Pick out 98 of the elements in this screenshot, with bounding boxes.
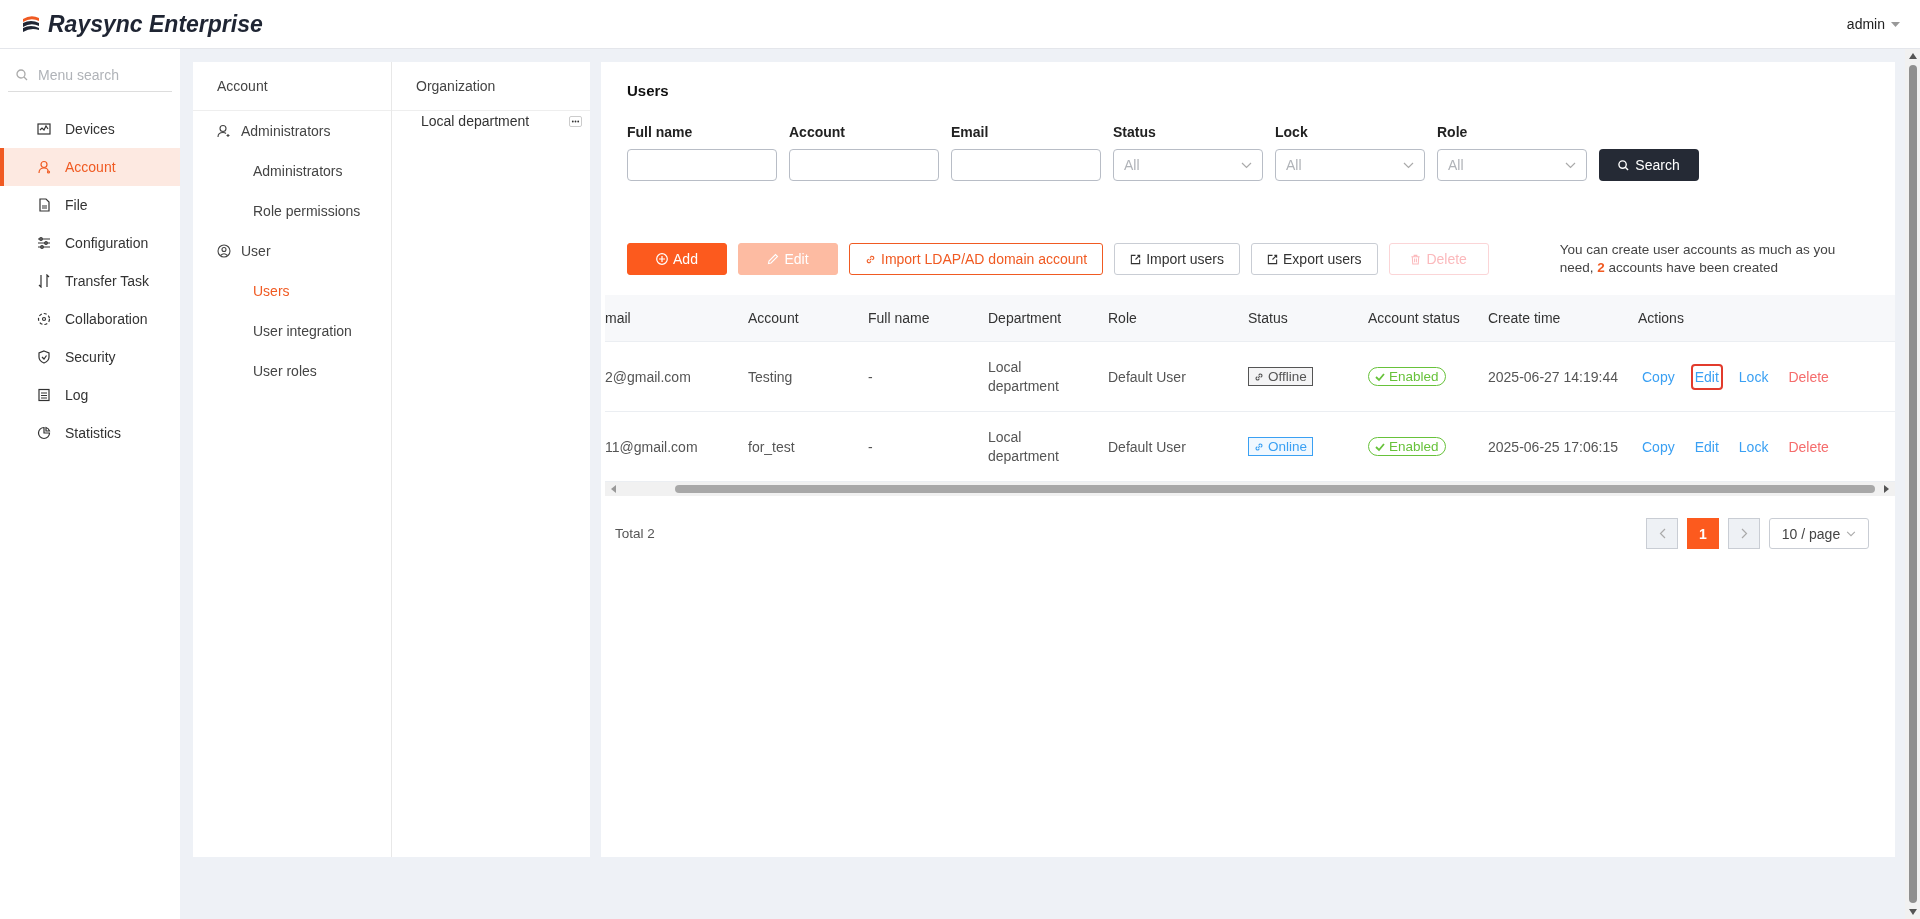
column-header: mail	[605, 310, 632, 326]
sidebar-item[interactable]: Configuration	[0, 224, 180, 262]
menu-icon	[37, 274, 51, 288]
chevron-right-icon	[1740, 528, 1748, 539]
submenu-item[interactable]: User roles	[193, 351, 391, 391]
tree-item[interactable]: Local department	[421, 113, 530, 129]
table-cell-text: 11@gmail.com	[605, 438, 699, 455]
column-header: Role	[1108, 310, 1138, 326]
export-icon	[1267, 253, 1279, 265]
text-field[interactable]	[627, 149, 777, 181]
filter-label: Role	[1437, 124, 1469, 140]
menu-group[interactable]: User	[193, 231, 391, 271]
panel-title: Organization	[392, 62, 590, 111]
sidebar-item[interactable]: Transfer Task	[0, 262, 180, 300]
logo-icon	[20, 15, 42, 33]
search-icon	[16, 69, 28, 81]
link-icon	[1254, 371, 1264, 382]
pencil-icon	[767, 253, 780, 265]
table-cell-text: for_test	[748, 438, 796, 455]
check-icon	[1375, 371, 1385, 382]
table-cell-text: -	[868, 368, 874, 385]
filter-label: Lock	[1275, 124, 1309, 140]
next-page-button[interactable]	[1728, 518, 1760, 549]
table-cell-text: -	[868, 438, 874, 455]
status-tag: Offline	[1248, 367, 1313, 386]
status-tag: Online	[1248, 437, 1314, 456]
text-field[interactable]	[789, 149, 939, 181]
plus-circle-icon	[656, 253, 669, 265]
link-icon	[865, 253, 876, 265]
total-count: Total 2	[615, 526, 655, 541]
menu-icon	[37, 388, 51, 402]
text-field[interactable]	[951, 149, 1101, 181]
menu-icon	[37, 350, 51, 364]
filter-label: Full name	[627, 124, 694, 140]
sidebar-item[interactable]: Collaboration	[0, 300, 180, 338]
table-cell-text: Testing	[748, 368, 794, 385]
account-count-note: You can create user accounts as much as you need, 2 accounts have been created	[1559, 241, 1837, 277]
column-header: Account status	[1368, 310, 1461, 326]
column-header: Create time	[1488, 310, 1562, 326]
sidebar-item[interactable]: Log	[0, 376, 180, 414]
logo-text: Raysync Enterprise	[48, 10, 263, 38]
user-icon	[217, 244, 231, 258]
toolbar-button[interactable]: Import users	[1114, 243, 1241, 275]
link-icon	[1254, 441, 1264, 452]
menu-group[interactable]: Administrators	[193, 111, 391, 151]
panel-title: Account	[193, 62, 391, 111]
check-icon	[1375, 441, 1385, 452]
column-header: Status	[1248, 310, 1289, 326]
submenu-item[interactable]: Administrators	[193, 151, 391, 191]
horizontal-scrollbar[interactable]	[605, 482, 1895, 496]
filter-label: Account	[789, 124, 846, 140]
vertical-scrollbar[interactable]	[1905, 49, 1920, 919]
page-title: Users	[627, 82, 670, 99]
chevron-icon	[1565, 161, 1576, 169]
table-cell-text: Local department	[988, 427, 1060, 466]
column-header: Full name	[868, 310, 931, 326]
table-cell-text: 2025-06-25 17:06:15	[1488, 438, 1619, 455]
sidebar-item[interactable]: Security	[0, 338, 180, 376]
table-cell-text: Default User	[1108, 438, 1187, 455]
table-cell-text: 2@gmail.com	[605, 368, 692, 385]
submenu-item[interactable]: User integration	[193, 311, 391, 351]
chevron-icon	[1403, 161, 1414, 169]
menu-icon	[37, 236, 51, 250]
chevron-left-icon	[1658, 528, 1666, 539]
menu-icon	[37, 312, 51, 326]
column-header: Actions	[1638, 310, 1685, 326]
sidebar-item[interactable]: Statistics	[0, 414, 180, 452]
scroll-up-icon	[1908, 53, 1917, 59]
filter-label: Status	[1113, 124, 1157, 140]
chevron-icon	[1241, 161, 1252, 169]
scroll-right-icon	[1883, 485, 1889, 493]
caret-icon	[1891, 21, 1900, 27]
page-size-select[interactable]: 10 / page	[1769, 518, 1869, 549]
sidebar-item[interactable]: File	[0, 186, 180, 224]
export-icon	[1130, 253, 1142, 265]
scroll-left-icon	[611, 485, 617, 493]
user-icon	[217, 124, 231, 138]
sidebar-item[interactable]: Devices	[0, 110, 180, 148]
scroll-down-icon	[1908, 909, 1917, 915]
table-cell-text: 2025-06-27 14:19:44	[1488, 368, 1619, 385]
trash-icon	[1410, 253, 1422, 265]
search-button[interactable]: Search	[1599, 149, 1699, 181]
table-cell-text: Local department	[988, 357, 1060, 396]
chevron-icon	[1846, 530, 1857, 537]
menu-icon	[37, 426, 51, 440]
menu-icon	[37, 160, 51, 174]
menu-icon	[37, 198, 51, 212]
filter-label: Email	[951, 124, 990, 140]
submenu-item[interactable]: Role permissions	[193, 191, 391, 231]
user-menu[interactable]: admin	[1846, 16, 1900, 32]
table-cell-text: Default User	[1108, 368, 1187, 385]
toolbar-button[interactable]: Export users	[1251, 243, 1378, 275]
previous-page-button[interactable]	[1646, 518, 1678, 549]
column-header: Department	[988, 310, 1063, 326]
column-header: Account	[748, 310, 800, 326]
search-icon	[1618, 159, 1630, 171]
more-icon[interactable]	[569, 115, 582, 127]
menu-icon	[37, 122, 51, 136]
